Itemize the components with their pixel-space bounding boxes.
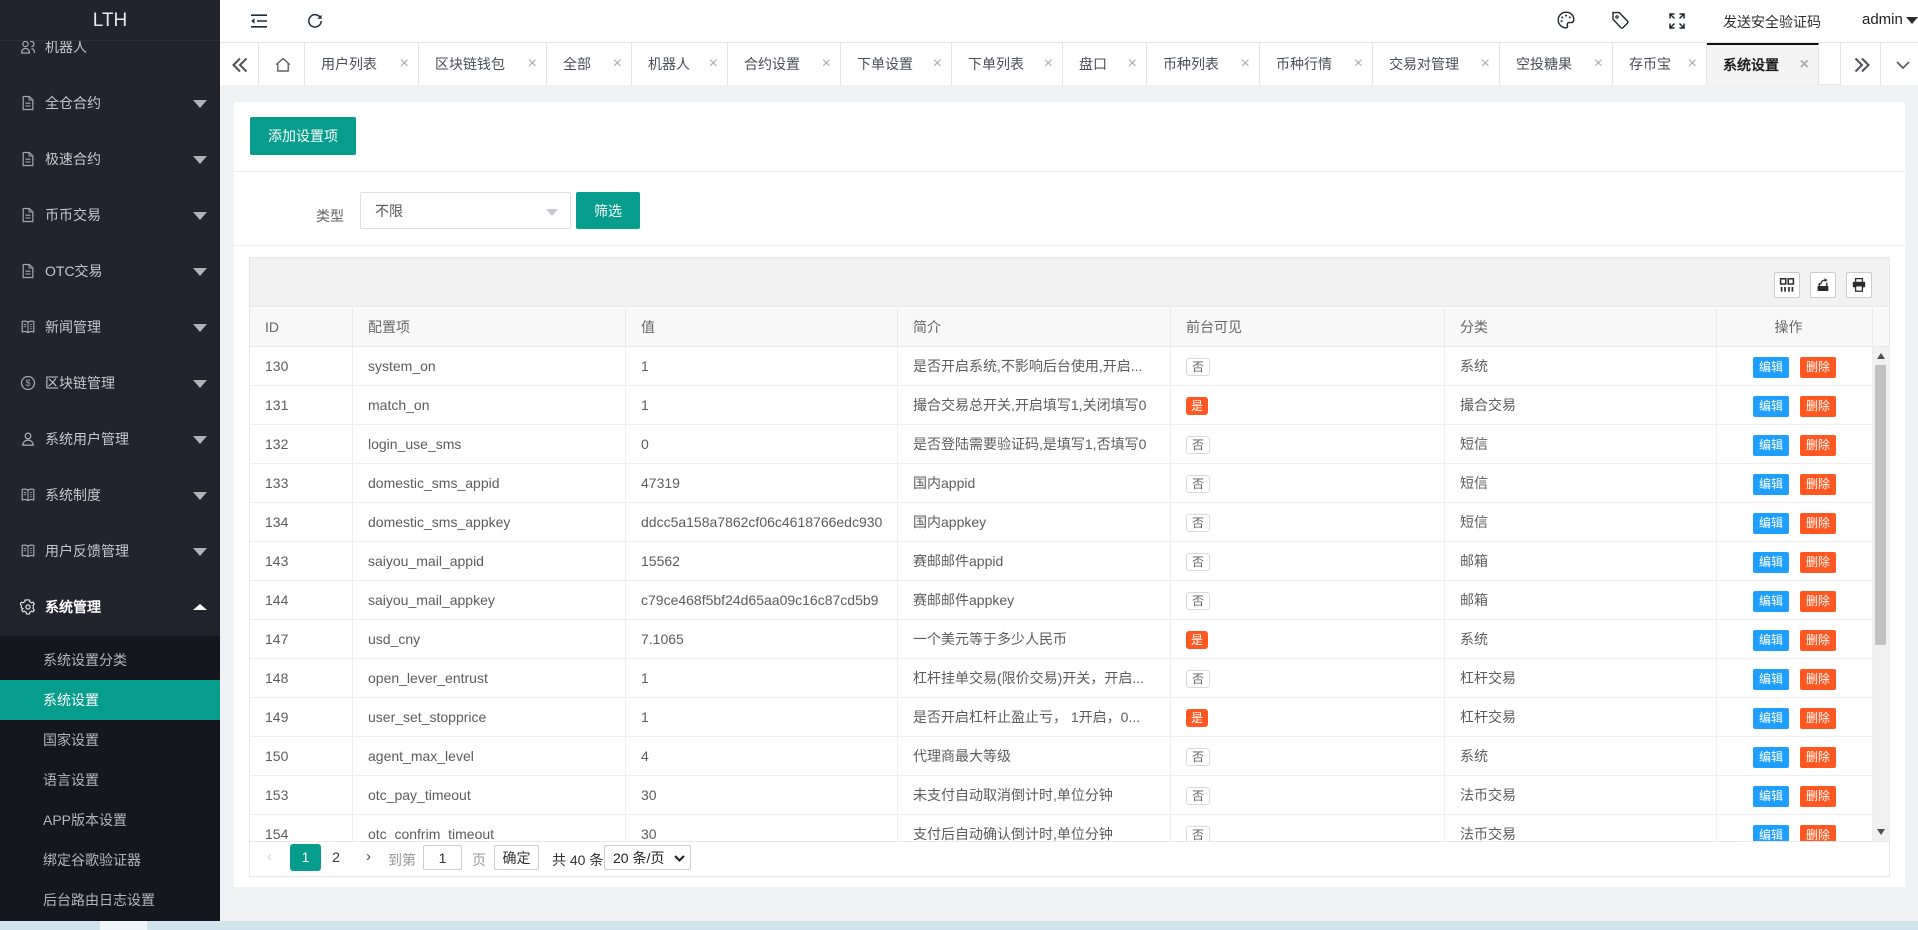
svg-text:$: $ bbox=[25, 378, 30, 388]
